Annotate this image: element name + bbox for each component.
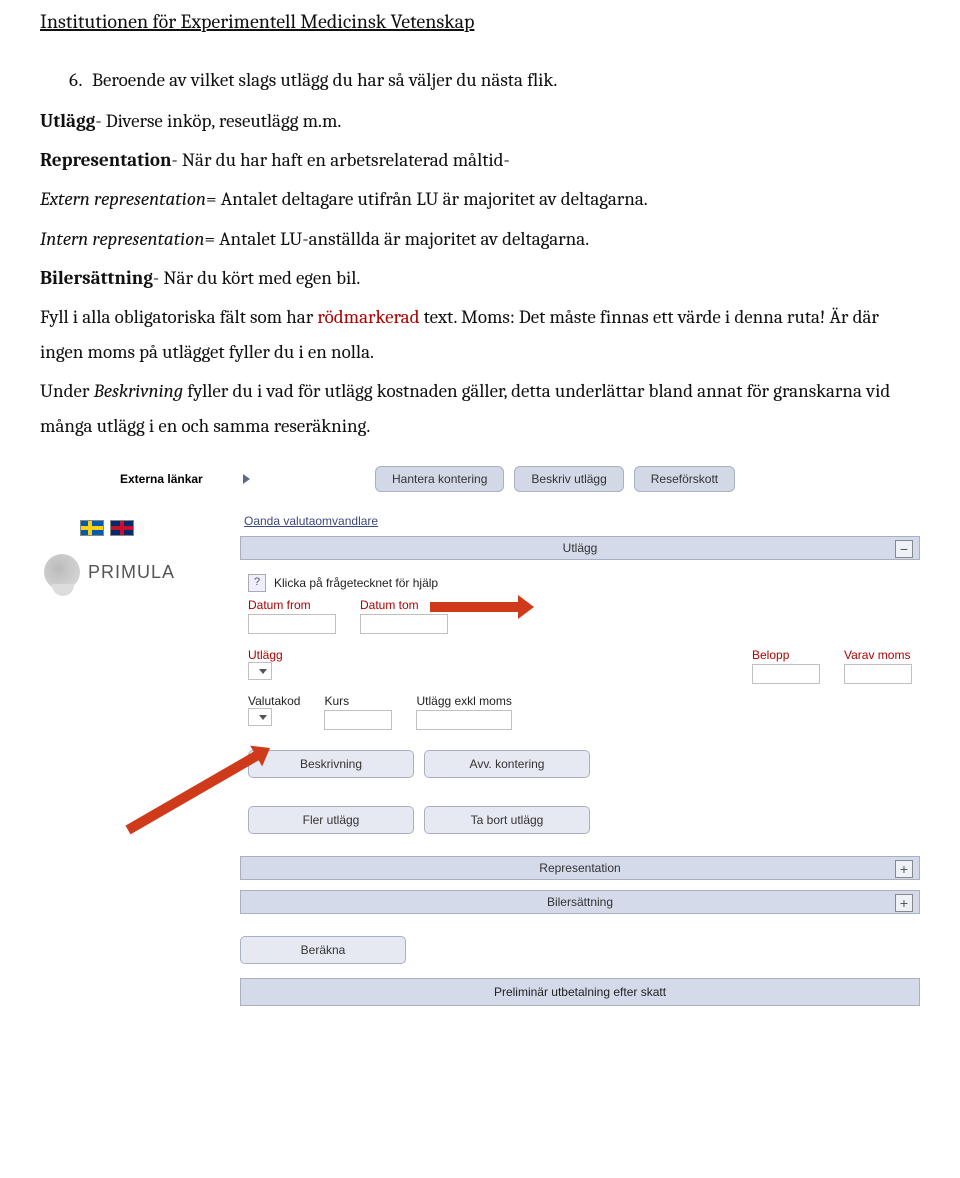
term-extern-representation: Extern representation: [40, 188, 206, 210]
logo-icon: [44, 554, 80, 590]
section-representation-bar[interactable]: Representation: [240, 856, 920, 880]
label-datum-from: Datum from: [248, 598, 336, 612]
label-utlagg: Utlägg: [248, 648, 283, 662]
term-representation: Representation: [40, 149, 171, 171]
help-text: Klicka på frågetecknet för hjälp: [274, 576, 438, 590]
input-datum-tom[interactable]: [360, 614, 448, 634]
label-belopp: Belopp: [752, 648, 820, 662]
section-bilersattning-bar[interactable]: Bilersättning: [240, 890, 920, 914]
step-6: Beroende av vilket slags utlägg du har s…: [86, 63, 920, 98]
prelim-bar: Preliminär utbetalning efter skatt: [240, 978, 920, 1006]
section-bilersattning-title: Bilersättning: [547, 895, 613, 909]
logo: PRIMULA: [40, 554, 210, 590]
label-valutakod: Valutakod: [248, 694, 300, 708]
label-utlagg-exkl: Utlägg exkl moms: [416, 694, 512, 708]
btn-ta-bort-utlagg[interactable]: Ta bort utlägg: [424, 806, 590, 834]
section-representation-title: Representation: [539, 861, 620, 875]
btn-berakna[interactable]: Beräkna: [240, 936, 406, 964]
paragraph-oblig: Fyll i alla obligatoriska fält som har r…: [40, 300, 920, 370]
help-icon[interactable]: ?: [248, 574, 266, 592]
btn-hantera-kontering[interactable]: Hantera kontering: [375, 466, 504, 492]
app-screenshot: Externa länkar Hantera kontering Beskriv…: [40, 466, 920, 1006]
flag-uk-icon[interactable]: [110, 520, 134, 536]
arrow-annotation-icon: [430, 602, 520, 612]
btn-fler-utlagg[interactable]: Fler utlägg: [248, 806, 414, 834]
btn-reseforskott[interactable]: Reseförskott: [634, 466, 735, 492]
term-utlagg: Utlägg: [40, 110, 95, 132]
input-utlagg-exkl[interactable]: [416, 710, 512, 730]
term-bilersattning: Bilersättning: [40, 267, 153, 289]
page-title: Institutionen för Experimentell Medicins…: [40, 0, 920, 63]
expand-icon[interactable]: [243, 474, 250, 484]
label-varav-moms: Varav moms: [844, 648, 912, 662]
input-belopp[interactable]: [752, 664, 820, 684]
collapse-icon[interactable]: [895, 540, 913, 558]
expand-icon[interactable]: [895, 860, 913, 878]
btn-avv-kontering[interactable]: Avv. kontering: [424, 750, 590, 778]
expand-icon[interactable]: [895, 894, 913, 912]
arrow-annotation-icon: [126, 751, 261, 835]
external-links-label: Externa länkar: [120, 472, 203, 486]
flag-se-icon[interactable]: [80, 520, 104, 536]
paragraph-beskrivning: Under Beskrivning fyller du i vad för ut…: [40, 374, 920, 444]
section-utlagg-bar: Utlägg: [240, 536, 920, 560]
section-utlagg-title: Utlägg: [563, 541, 598, 555]
term-intern-representation: Intern representation: [40, 228, 204, 250]
label-kurs: Kurs: [324, 694, 392, 708]
select-valutakod[interactable]: [248, 708, 272, 726]
link-oanda[interactable]: Oanda valutaomvandlare: [244, 514, 378, 528]
input-varav-moms[interactable]: [844, 664, 912, 684]
select-utlagg[interactable]: [248, 662, 272, 680]
logo-text: PRIMULA: [88, 562, 175, 583]
btn-beskriv-utlagg[interactable]: Beskriv utlägg: [514, 466, 623, 492]
input-datum-from[interactable]: [248, 614, 336, 634]
document-body: Beroende av vilket slags utlägg du har s…: [40, 63, 920, 444]
input-kurs[interactable]: [324, 710, 392, 730]
